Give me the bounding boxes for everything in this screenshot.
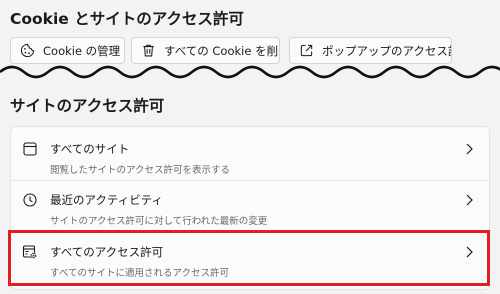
delete-all-cookies-label: すべての Cookie を削除 [164,43,280,58]
window-icon [23,142,37,156]
chevron-right-icon [466,194,473,206]
clock-icon [23,193,37,207]
torn-edge-divider [0,65,500,88]
manage-cookies-label: Cookie の管理 [43,43,121,58]
list-item-subtitle: 閲覧したサイトのアクセス許可を表示する [50,165,231,176]
trash-icon [143,44,154,57]
list-item-all-sites[interactable]: すべてのサイト 閲覧したサイトのアクセス許可を表示する [10,130,490,182]
page-title: Cookie とサイトのアクセス許可 [10,10,244,28]
open-external-icon [300,44,313,57]
list-item-subtitle: すべてのサイトに適用されるアクセス許可 [50,268,229,279]
list-item-all-permissions[interactable]: すべてのアクセス許可 すべてのサイトに適用されるアクセス許可 [10,233,490,285]
list-item-title: すべてのアクセス許可 [50,245,164,259]
list-item-title: すべてのサイト [50,142,130,156]
list-item-title: 最近のアクティビティ [50,193,164,207]
popup-permissions-label: ポップアップのアクセス許可 [322,43,451,58]
permissions-settings-icon [22,245,37,259]
list-item-subtitle: サイトのアクセス許可に対して行われた最新の変更 [50,216,268,227]
section-title: サイトのアクセス許可 [10,97,165,115]
chevron-right-icon [466,246,473,258]
list-item-recent-activity[interactable]: 最近のアクティビティ サイトのアクセス許可に対して行われた最新の変更 [10,181,490,233]
chevron-right-icon [466,143,473,155]
cookie-icon [20,43,35,58]
